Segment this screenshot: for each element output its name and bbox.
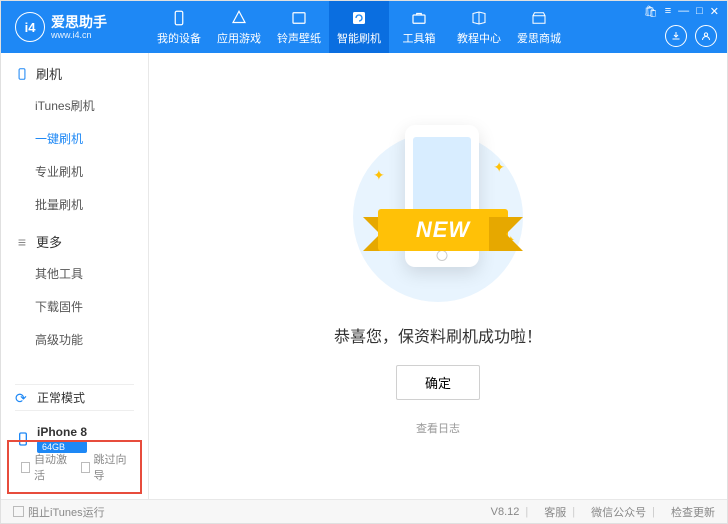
new-ribbon: NEW (363, 209, 523, 251)
brand-sub: www.i4.cn (51, 31, 107, 40)
sidebar-item-oneclick-flash[interactable]: 一键刷机 (1, 122, 148, 155)
sidebar-item-download-firmware[interactable]: 下载固件 (1, 290, 148, 323)
brand: i4 爱思助手 www.i4.cn (1, 12, 149, 42)
close-icon[interactable]: ✕ (710, 5, 719, 18)
checkbox-label: 阻止iTunes运行 (28, 504, 105, 520)
cycle-icon: ⟳ (15, 390, 31, 406)
window-controls: 🛍 ≡ — □ ✕ (644, 5, 719, 18)
wechat-link[interactable]: 微信公众号 (591, 504, 646, 520)
support-link[interactable]: 客服 (544, 504, 566, 520)
phone-icon (170, 9, 188, 27)
tab-label: 我的设备 (157, 30, 201, 46)
menu-icon[interactable]: ≡ (665, 5, 671, 18)
confirm-button[interactable]: 确定 (396, 365, 480, 400)
bottom-checks-highlighted: 自动激活 跳过向导 (7, 440, 142, 494)
sidebar-item-batch-flash[interactable]: 批量刷机 (1, 188, 148, 221)
brand-title: 爱思助手 (51, 15, 107, 29)
success-message: 恭喜您，保资料刷机成功啦！ (334, 323, 542, 347)
block-itunes-checkbox[interactable]: 阻止iTunes运行 (13, 504, 105, 520)
status-bar: 阻止iTunes运行 V8.12 | 客服 | 微信公众号 | 检查更新 (1, 499, 727, 523)
sidebar-group-more: ≡ 更多 (1, 221, 148, 257)
user-button[interactable] (695, 25, 717, 47)
auto-activate-checkbox[interactable]: 自动激活 (21, 451, 69, 483)
tab-label: 工具箱 (403, 30, 436, 46)
device-mode[interactable]: ⟳ 正常模式 (15, 384, 134, 411)
minimize-icon[interactable]: — (678, 5, 689, 18)
tab-tool[interactable]: 工具箱 (389, 1, 449, 53)
tab-label: 智能刷机 (337, 30, 381, 46)
tab-course[interactable]: 教程中心 (449, 1, 509, 53)
download-button[interactable] (665, 25, 687, 47)
sidebar-group-flash: 刷机 (1, 53, 148, 89)
tab-label: 应用游戏 (217, 30, 261, 46)
checkbox-icon (81, 462, 90, 473)
tab-flash[interactable]: 智能刷机 (329, 1, 389, 53)
image-icon (290, 9, 308, 27)
sidebar-item-other-tools[interactable]: 其他工具 (1, 257, 148, 290)
cart-icon[interactable]: 🛍 (644, 5, 658, 18)
device-name: iPhone 8 (37, 425, 87, 439)
checkbox-label: 自动激活 (34, 451, 68, 483)
sidebar-group-title: 刷机 (36, 64, 62, 83)
phone-outline-icon (15, 67, 29, 81)
skip-wizard-checkbox[interactable]: 跳过向导 (81, 451, 129, 483)
main-tabs: 我的设备 应用游戏 铃声壁纸 智能刷机 工具箱 教程中心 爱思商城 (149, 1, 569, 53)
mode-label: 正常模式 (37, 389, 85, 406)
sparkle-icon: ✦ (493, 159, 505, 176)
tab-games[interactable]: 应用游戏 (209, 1, 269, 53)
sparkle-icon: ✦ (373, 167, 385, 184)
menu-lines-icon: ≡ (15, 235, 29, 249)
maximize-icon[interactable]: □ (696, 5, 703, 18)
checkbox-icon (21, 462, 30, 473)
tab-label: 教程中心 (457, 30, 501, 46)
checkbox-label: 跳过向导 (94, 451, 128, 483)
check-update-link[interactable]: 检查更新 (671, 504, 715, 520)
apps-icon (230, 9, 248, 27)
sidebar: 刷机 iTunes刷机 一键刷机 专业刷机 批量刷机 ≡ 更多 其他工具 下载固… (1, 53, 149, 499)
tab-device[interactable]: 我的设备 (149, 1, 209, 53)
tab-ring[interactable]: 铃声壁纸 (269, 1, 329, 53)
tab-label: 爱思商城 (517, 30, 561, 46)
toolbox-icon (410, 9, 428, 27)
tab-label: 铃声壁纸 (277, 30, 321, 46)
book-icon (470, 9, 488, 27)
checkbox-icon (13, 506, 24, 517)
ribbon-text: NEW (378, 209, 508, 251)
sidebar-item-advanced[interactable]: 高级功能 (1, 323, 148, 356)
content-area: ✦ ✦ ✦ NEW 恭喜您，保资料刷机成功啦！ 确定 查看日志 (149, 53, 727, 499)
sidebar-group-title: 更多 (36, 232, 62, 251)
brand-logo-icon: i4 (15, 12, 45, 42)
tab-store[interactable]: 爱思商城 (509, 1, 569, 53)
success-illustration: ✦ ✦ ✦ NEW (343, 117, 533, 307)
refresh-icon (350, 9, 368, 27)
sidebar-item-itunes-flash[interactable]: iTunes刷机 (1, 89, 148, 122)
view-log-link[interactable]: 查看日志 (416, 420, 460, 436)
store-icon (530, 9, 548, 27)
title-bar: i4 爱思助手 www.i4.cn 我的设备 应用游戏 铃声壁纸 智能刷机 工具… (1, 1, 727, 53)
sidebar-item-pro-flash[interactable]: 专业刷机 (1, 155, 148, 188)
version-label: V8.12 (491, 506, 520, 518)
